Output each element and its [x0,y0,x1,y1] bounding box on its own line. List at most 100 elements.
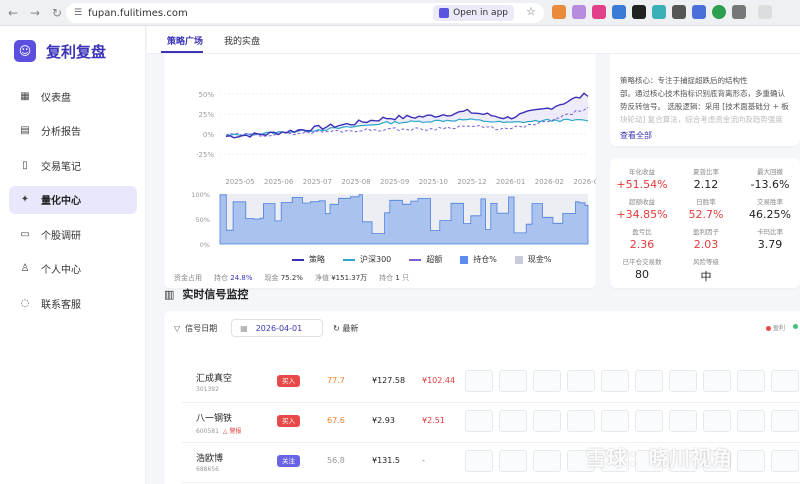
sidebar-item-support[interactable]: ◌ 联系客服 [9,289,137,317]
table-row[interactable]: 八一钢铁 600581 △ 警报 买入 67.6 ¥2.93 ¥2.51 [182,403,800,443]
sidebar-menu: ▦ 仪表盘 ▤ 分析报告 ▯ 交易笔记 ✦ 量化中心 ▭ 个股调研 ♙ 个人中心… [9,82,137,324]
extension-cloud-icon[interactable] [572,5,586,19]
address-bar[interactable]: ☰ fupan.fulitimes.com Open in app ☆ [66,3,544,23]
sidebar-item-label: 联系客服 [41,299,81,311]
signal-cell [635,410,663,432]
y-tick-label: -25% [196,151,214,159]
signal-cell [737,370,765,392]
chat-icon: ◌ [20,297,30,309]
stock-name[interactable]: 浩欧博 [196,451,223,464]
metric-label: 盈利因子 [693,228,719,236]
legend-hs300[interactable]: 沪深300 [343,254,391,265]
metric-item: 日胜率 52.7% [674,196,738,221]
open-in-app-button[interactable]: Open in app [433,5,514,21]
signal-cell [567,410,595,432]
green-dot-icon [793,324,798,329]
extension-fox-icon[interactable] [552,5,566,19]
metric-item: 盈利因子 2.03 [674,226,738,251]
sidebar-item-research[interactable]: ▭ 个股调研 [9,220,137,248]
tab-my-live[interactable]: 我的实盘 [224,34,260,47]
sidebar-item-label: 量化中心 [41,196,81,207]
legend-label: 沪深300 [360,255,392,264]
nav-label: 净值 [314,274,329,282]
table-row[interactable]: 汇成真空 301392 买入 77.7 ¥127.58 ¥102.44 [182,363,800,403]
filter-icon: ▽ [174,323,181,333]
signal-cell [737,450,765,472]
description-line: 势反转信号。 选股逻辑：采用 [技术面基础分 + 板 [620,102,789,111]
metric-value: 52.7% [688,208,724,221]
metric-item: 超额收益 +34.85% [610,196,674,221]
signal-score: 67.6 [327,416,345,425]
target-price: ¥2.51 [422,416,445,425]
open-in-app-label: Open in app [453,8,508,18]
capital-label: 资金占用 [174,274,202,282]
legend-strategy[interactable]: 策略 [292,254,325,265]
x-tick-label: 2025-09 [380,178,409,186]
tab-strategy-square[interactable]: 策略广场 [167,34,203,47]
performance-chart-card: 50% 25% 0% -25% 2025-05 2025-06 2025-07 2025-08… [164,54,596,288]
date-picker[interactable]: ▦ 2026-04-01 [231,319,324,337]
metric-value: 2.03 [693,238,719,251]
signal-cell [465,450,493,472]
legend-position[interactable]: 持仓% [460,254,497,265]
signal-cell [533,450,561,472]
holdings-unit: 只 [402,274,410,282]
sidebar-item-label: 个股调研 [41,230,81,242]
latest-button[interactable]: ↻ 最新 [333,323,358,334]
signal-cell [669,410,697,432]
sidebar-panel-icon[interactable] [758,5,772,19]
sidebar-item-quant[interactable]: ✦ 量化中心 [9,185,137,214]
legend-cash[interactable]: 现金% [514,254,552,265]
stock-name[interactable]: 汇成真空 [196,371,232,384]
site-settings-icon[interactable]: ☰ [74,8,82,18]
metric-value: 中 [700,270,712,283]
stock-code-text: 600581 [196,428,219,435]
reload-icon[interactable]: ↻ [48,4,66,22]
x-tick-label: 2026-01 [496,178,525,186]
metric-value: 3.79 [757,238,783,251]
extension-a-icon[interactable] [692,5,706,19]
legend-label: 现金% [527,255,552,264]
extension-triangle-icon[interactable] [612,5,626,19]
metric-item: 已平仓交易数 80 [610,256,674,281]
metric-value: -13.6% [750,178,790,191]
extension-dark-icon[interactable] [632,5,646,19]
sidebar-item-notes[interactable]: ▯ 交易笔记 [9,151,137,179]
app-name: 复利复盘 [46,42,107,61]
view-all-link[interactable]: 查看全部 [620,130,652,141]
tab-bar: 策略广场 我的实盘 [147,26,800,54]
extension-green-icon[interactable] [712,5,726,19]
sidebar-item-profile[interactable]: ♙ 个人中心 [9,255,137,283]
metric-label: 日胜率 [696,198,716,206]
sidebar-item-reports[interactable]: ▤ 分析报告 [9,117,137,145]
legend-label: 策略 [309,255,325,264]
stock-name[interactable]: 八一钢铁 [196,411,232,424]
bookmark-star-icon[interactable]: ☆ [526,5,536,18]
forward-icon[interactable]: → [26,4,44,22]
active-tab-indicator [161,51,203,53]
sidebar-item-dashboard[interactable]: ▦ 仪表盘 [9,82,137,110]
signal-cell [465,410,493,432]
extension-pink-icon[interactable] [592,5,606,19]
metric-label: 最大回撤 [757,168,783,176]
description-line: 策略核心：专注于捕捉超跌后的结构性 [620,76,748,85]
signal-score: 77.7 [327,376,345,385]
extensions-puzzle-icon[interactable] [732,5,746,19]
signal-cell [771,450,799,472]
legend-swatch [460,255,469,264]
extension-window-icon[interactable] [672,5,686,19]
description-line-faded: 块轮动] 复合算法，综合考虑资金流向及趋势强度 [620,115,783,124]
back-icon[interactable]: ← [4,4,22,22]
capital-stats: 资金占用 持仓 24.8% 现金 75.2% 净值 ¥151.37万 持仓 1 … [174,273,409,283]
holdings-label: 持仓 [379,274,394,282]
position-value: 24.8% [230,274,253,282]
app-logo[interactable]: ☺ 复利复盘 [14,40,106,62]
legend-excess[interactable]: 超额 [409,254,442,265]
date-label: 信号日期 [185,323,218,333]
profit-dot-icon [765,326,771,331]
signal-cells [465,410,799,432]
metric-label: 已平仓交易数 [622,258,662,266]
y-tick-label: 25% [198,111,214,119]
extension-teal-icon[interactable] [652,5,666,19]
stock-price: ¥2.93 [372,416,395,425]
